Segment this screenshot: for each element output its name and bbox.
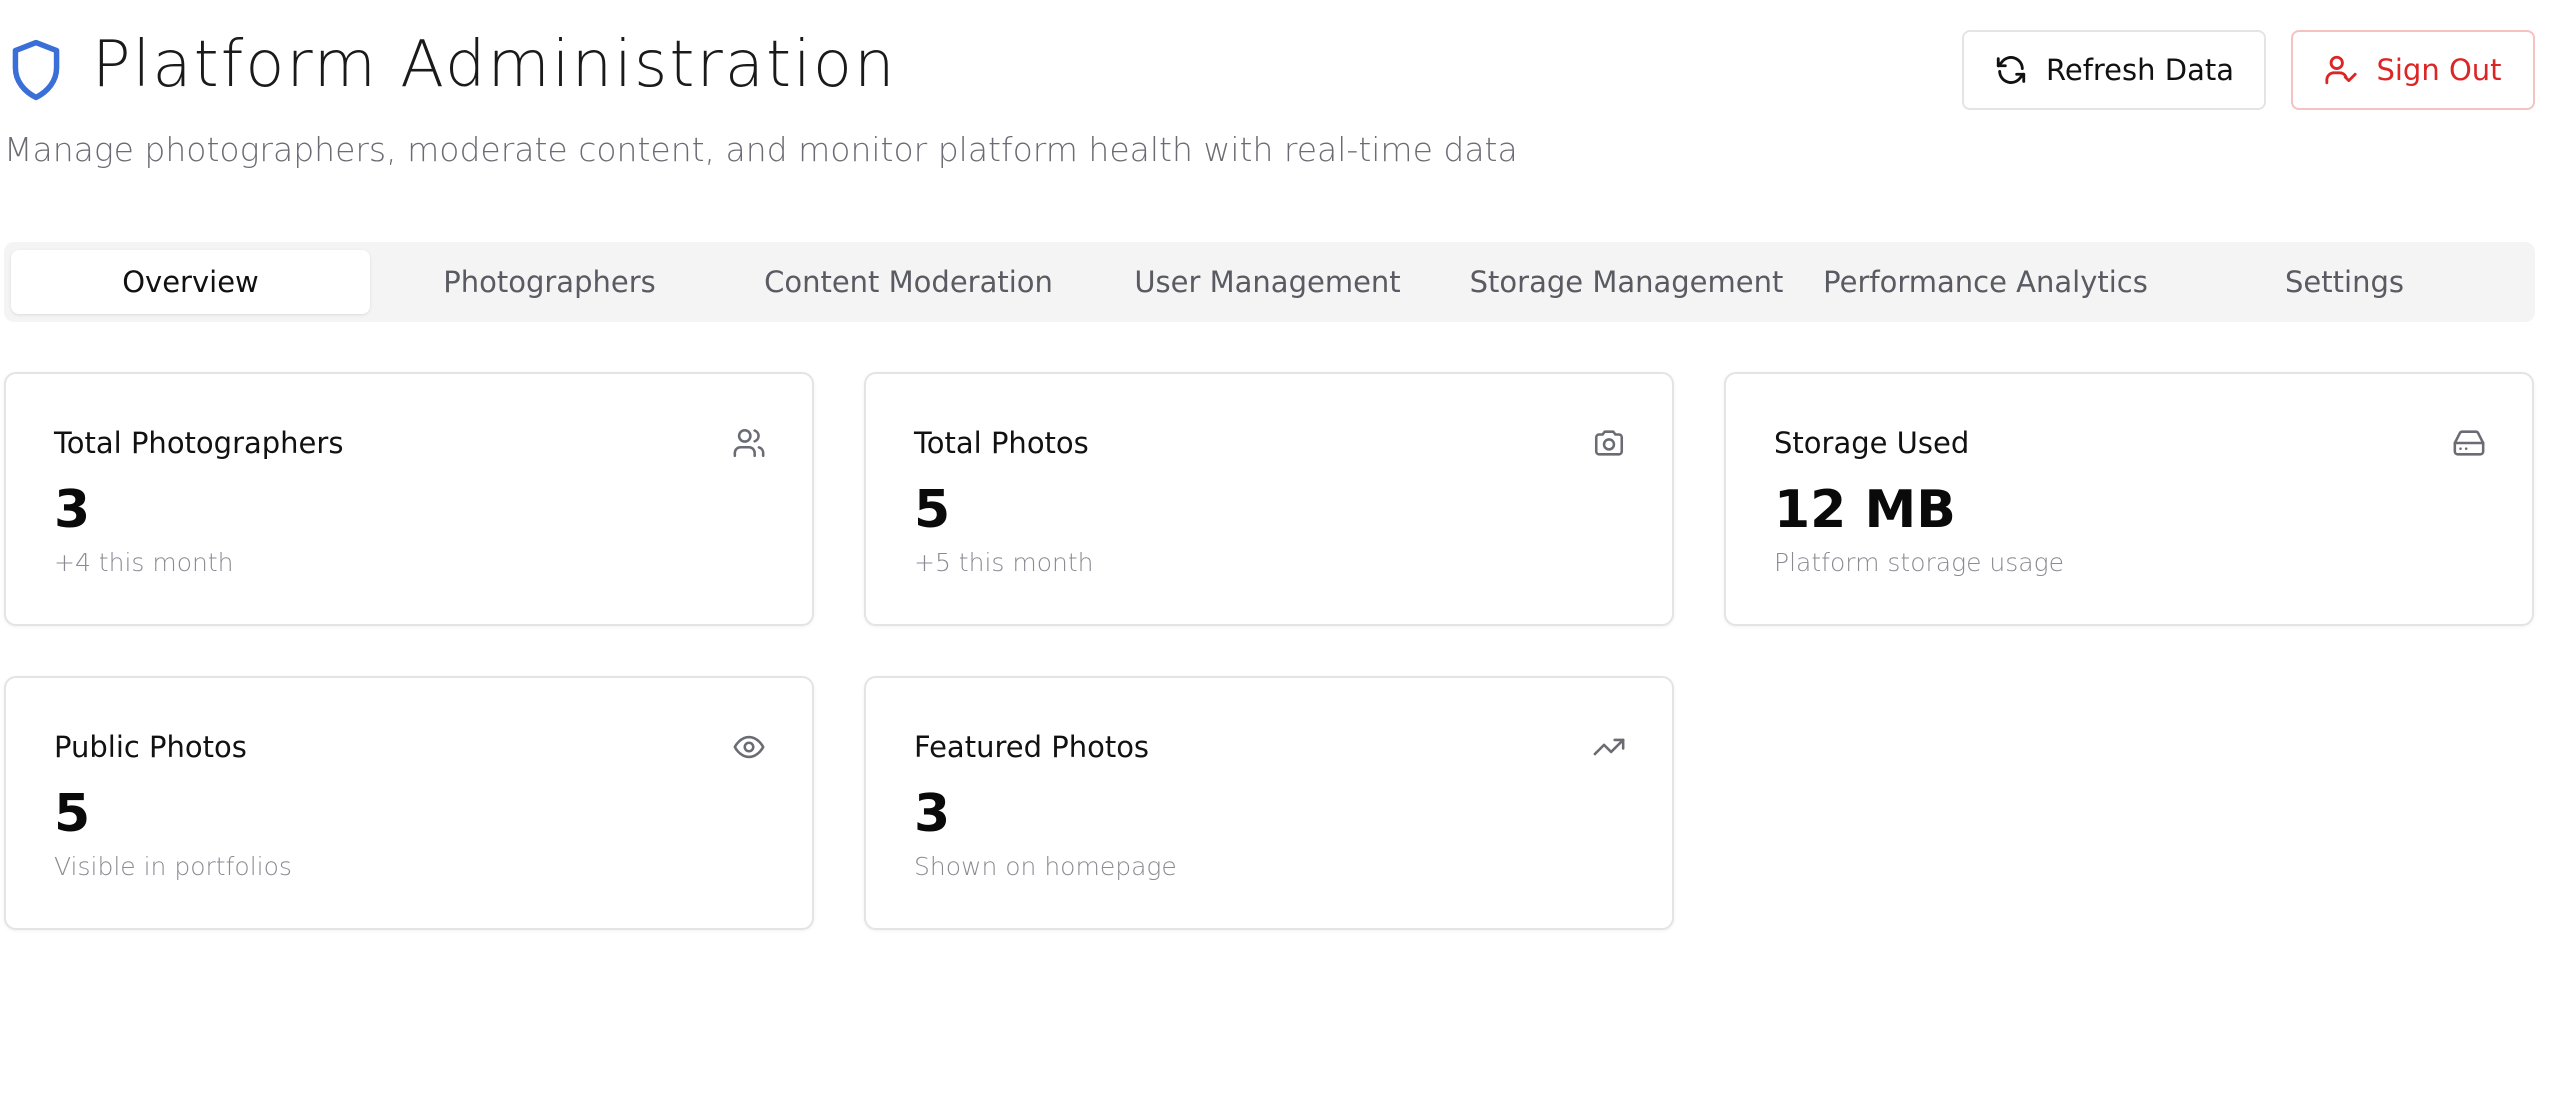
tab-overview[interactable]: Overview	[11, 250, 370, 314]
tab-bar: Overview Photographers Content Moderatio…	[4, 242, 2535, 322]
shield-icon	[12, 39, 60, 101]
tab-settings[interactable]: Settings	[2165, 250, 2524, 314]
tab-photographers[interactable]: Photographers	[370, 250, 729, 314]
stat-card-title: Storage Used	[1774, 426, 1970, 460]
page-subtitle: Manage photographers, moderate content, …	[4, 130, 1518, 169]
stat-card-value: 5	[914, 480, 951, 540]
camera-icon	[1592, 426, 1626, 460]
stat-card-storage-used: Storage Used 12 MB Platform storage usag…	[1724, 372, 2534, 626]
users-icon	[732, 426, 766, 460]
stat-card-title: Public Photos	[54, 730, 247, 764]
refresh-data-button[interactable]: Refresh Data	[1962, 30, 2266, 110]
stat-card-value: 3	[914, 784, 951, 844]
stat-card-value: 12 MB	[1774, 480, 1956, 540]
tab-user-management[interactable]: User Management	[1088, 250, 1447, 314]
stat-card-featured-photos: Featured Photos 3 Shown on homepage	[864, 676, 1674, 930]
stat-card-title: Total Photos	[914, 426, 1089, 460]
admin-dashboard: Platform Administration Manage photograp…	[0, 0, 2554, 1114]
trending-up-icon	[1592, 730, 1626, 764]
stat-card-title: Total Photographers	[54, 426, 344, 460]
stat-card-total-photos: Total Photos 5 +5 this month	[864, 372, 1674, 626]
stat-card-value: 5	[54, 784, 91, 844]
sign-out-button[interactable]: Sign Out	[2291, 30, 2535, 110]
stat-card-note: Shown on homepage	[914, 852, 1177, 881]
stat-card-note: Platform storage usage	[1774, 548, 2065, 577]
stat-card-total-photographers: Total Photographers 3 +4 this month	[4, 372, 814, 626]
hard-drive-icon	[2452, 426, 2486, 460]
eye-icon	[732, 730, 766, 764]
stat-card-note: +4 this month	[54, 548, 234, 577]
stat-card-public-photos: Public Photos 5 Visible in portfolios	[4, 676, 814, 930]
refresh-icon	[1996, 56, 2026, 84]
sign-out-label: Sign Out	[2376, 53, 2502, 87]
refresh-data-label: Refresh Data	[2046, 53, 2234, 87]
stat-card-note: Visible in portfolios	[54, 852, 292, 881]
tab-storage-management[interactable]: Storage Management	[1447, 250, 1806, 314]
tab-content-moderation[interactable]: Content Moderation	[729, 250, 1088, 314]
tab-performance-analytics[interactable]: Performance Analytics	[1806, 250, 2165, 314]
stat-card-note: +5 this month	[914, 548, 1094, 577]
page-title: Platform Administration	[92, 28, 897, 102]
stat-card-title: Featured Photos	[914, 730, 1150, 764]
stat-card-value: 3	[54, 480, 91, 540]
user-check-icon	[2325, 55, 2358, 85]
